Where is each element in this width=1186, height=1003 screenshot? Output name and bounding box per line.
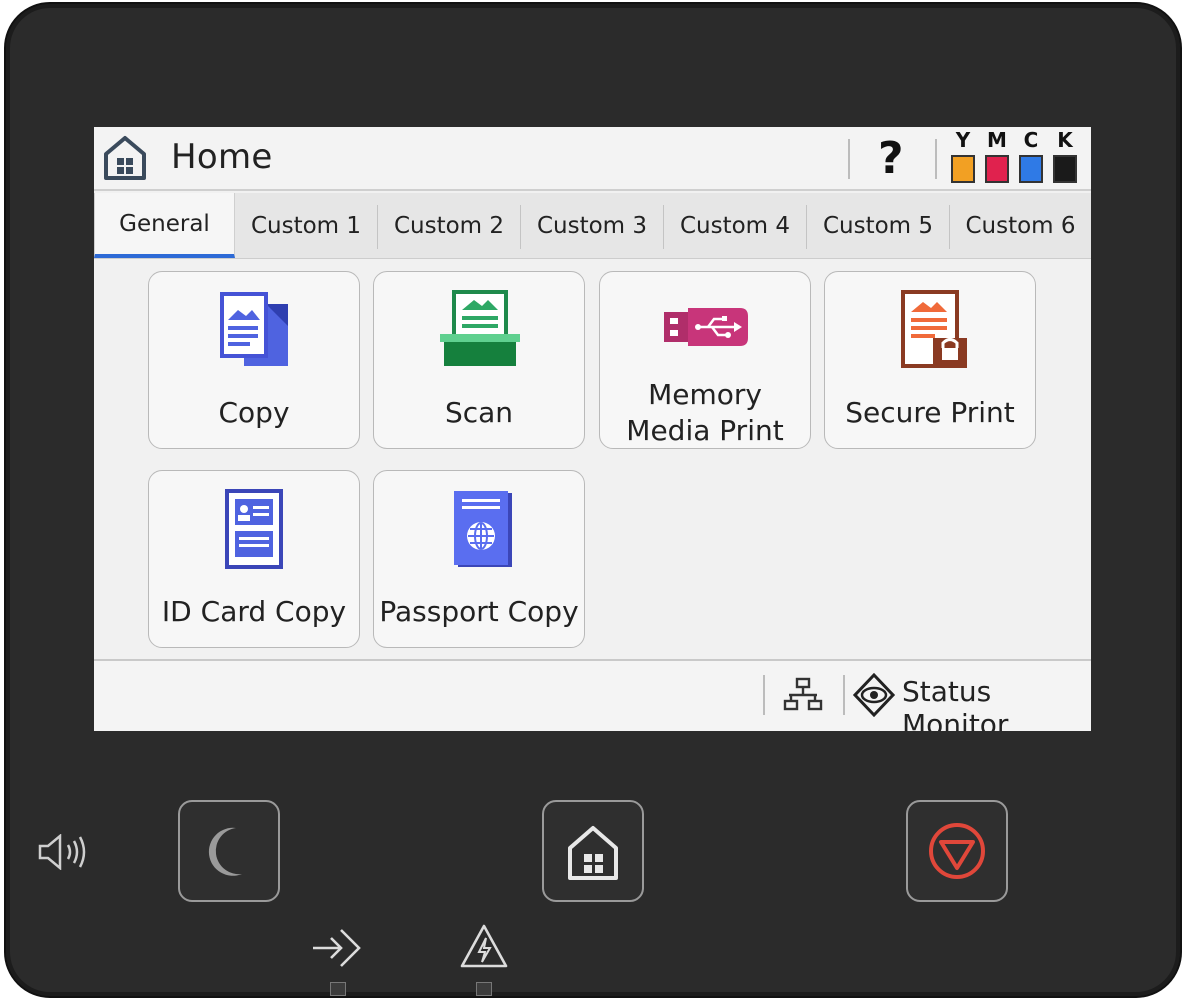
sleep-button[interactable] bbox=[178, 800, 280, 902]
home-icon[interactable] bbox=[102, 134, 148, 182]
ink-swatch bbox=[985, 155, 1009, 183]
tab-general[interactable]: General bbox=[94, 193, 235, 258]
tile-label: Copy bbox=[218, 396, 290, 429]
ink-level-black[interactable]: K bbox=[1051, 129, 1079, 183]
tab-custom-1[interactable]: Custom 1 bbox=[235, 193, 377, 258]
stop-button[interactable] bbox=[906, 800, 1008, 902]
page-title: Home bbox=[171, 137, 273, 177]
stop-icon bbox=[929, 823, 985, 879]
divider bbox=[763, 675, 765, 715]
passport-copy-button[interactable]: Passport Copy bbox=[373, 470, 585, 648]
moon-icon bbox=[208, 827, 242, 876]
divider bbox=[848, 139, 850, 179]
ink-level-magenta[interactable]: M bbox=[983, 129, 1011, 183]
home-button[interactable] bbox=[542, 800, 644, 902]
scan-icon bbox=[440, 290, 520, 366]
eye-icon bbox=[853, 673, 895, 717]
ink-label: K bbox=[1057, 128, 1073, 152]
touch-screen: Home ? Y M C K General Custom 1 Custom 2… bbox=[94, 127, 1091, 731]
tile-label: Passport Copy bbox=[379, 595, 579, 628]
network-icon[interactable] bbox=[783, 675, 823, 715]
tab-custom-2[interactable]: Custom 2 bbox=[378, 193, 520, 258]
ink-level-yellow[interactable]: Y bbox=[949, 129, 977, 183]
tile-label: ID Card Copy bbox=[161, 595, 347, 628]
tile-label: Scan bbox=[444, 396, 514, 429]
tile-label-line-1: Memory bbox=[648, 378, 762, 411]
memory-media-print-button[interactable]: Memory Media Print bbox=[599, 271, 811, 449]
home-icon bbox=[568, 826, 618, 880]
header-bar: Home ? Y M C K bbox=[94, 127, 1091, 191]
tile-label: Secure Print bbox=[845, 396, 1015, 429]
tab-bar: General Custom 1 Custom 2 Custom 3 Custo… bbox=[94, 193, 1091, 259]
divider bbox=[843, 675, 845, 715]
copy-icon bbox=[220, 292, 288, 366]
ink-swatch bbox=[951, 155, 975, 183]
divider bbox=[935, 139, 937, 179]
ink-label: C bbox=[1023, 128, 1039, 152]
data-indicator-light bbox=[330, 982, 346, 996]
tab-custom-5[interactable]: Custom 5 bbox=[807, 193, 949, 258]
secure-print-button[interactable]: Secure Print bbox=[824, 271, 1036, 449]
lock-document-icon bbox=[901, 290, 967, 368]
tab-custom-3[interactable]: Custom 3 bbox=[521, 193, 663, 258]
copy-button[interactable]: Copy bbox=[148, 271, 360, 449]
ink-level-cyan[interactable]: C bbox=[1017, 129, 1045, 183]
ink-label: M bbox=[987, 128, 1007, 152]
tile-label-line-2: Media Print bbox=[626, 414, 784, 447]
id-card-copy-button[interactable]: ID Card Copy bbox=[148, 470, 360, 648]
tab-custom-6[interactable]: Custom 6 bbox=[950, 193, 1091, 258]
status-bar: Status Monitor bbox=[94, 659, 1091, 731]
ink-label: Y bbox=[955, 128, 971, 152]
ink-swatch bbox=[1053, 155, 1077, 183]
error-indicator-light bbox=[476, 982, 492, 996]
ink-swatch bbox=[1019, 155, 1043, 183]
help-button[interactable]: ? bbox=[878, 133, 904, 185]
warning-icon bbox=[460, 924, 508, 968]
usb-icon bbox=[664, 308, 748, 346]
tab-custom-4[interactable]: Custom 4 bbox=[664, 193, 806, 258]
passport-icon bbox=[454, 491, 512, 567]
data-in-icon bbox=[313, 929, 361, 967]
speaker-icon[interactable] bbox=[36, 834, 88, 870]
scan-button[interactable]: Scan bbox=[373, 271, 585, 449]
status-monitor-button[interactable]: Status Monitor bbox=[902, 675, 1091, 731]
id-card-icon bbox=[225, 489, 283, 569]
